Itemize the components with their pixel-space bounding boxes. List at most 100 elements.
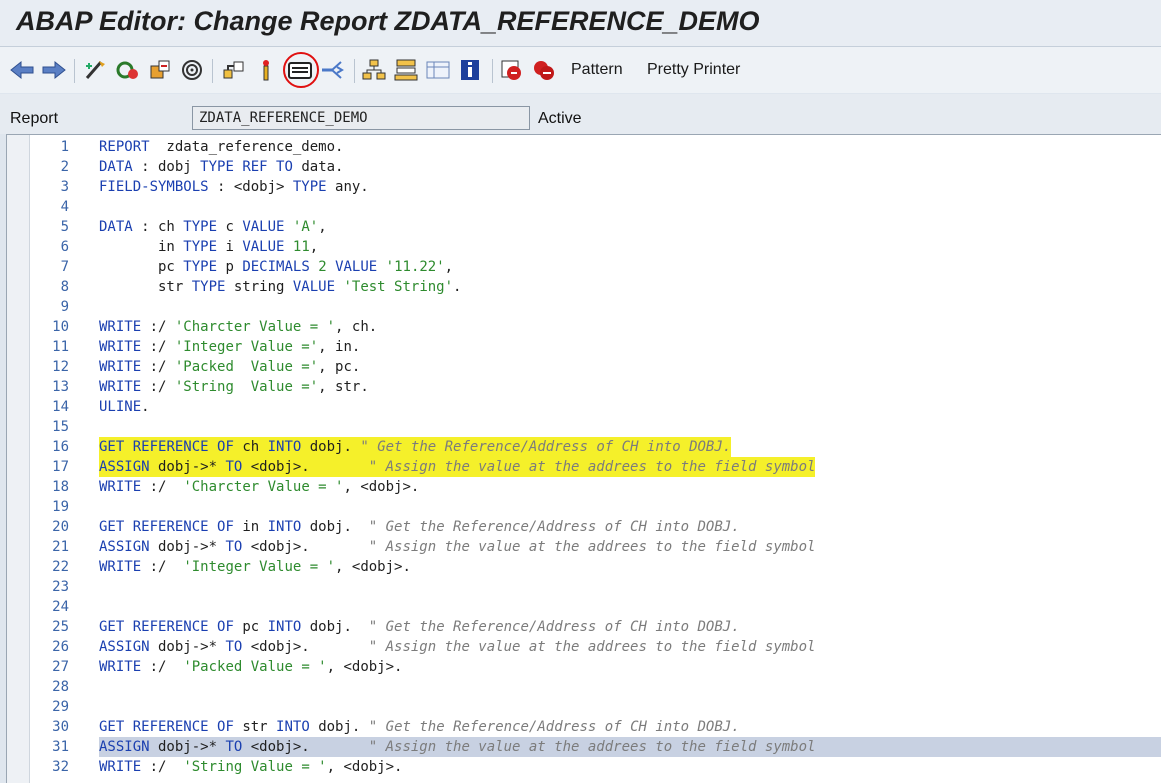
code-text: WRITE :/ 'Integer Value =', in. (99, 339, 361, 355)
breakpoint-session-icon[interactable] (498, 57, 526, 83)
line-number: 27 (52, 659, 69, 675)
highlight-annotation-circle (283, 52, 319, 88)
display-change-icon[interactable] (114, 57, 142, 83)
line-number: 16 (52, 439, 69, 455)
code-editor[interactable]: 1 REPORT zdata_reference_demo. 2 DATA : dob… (6, 134, 1161, 783)
line-number: 25 (52, 619, 69, 635)
code-text: WRITE :/ 'String Value =', str. (99, 379, 369, 395)
insert-statement-icon[interactable] (360, 57, 388, 83)
code-line[interactable]: 21 ASSIGN dobj->* TO <dobj>. " Assign the… (7, 537, 1161, 557)
line-number: 17 (52, 459, 69, 475)
code-line[interactable]: 14 ULINE. (7, 397, 1161, 417)
line-number: 15 (52, 419, 69, 435)
code-line[interactable]: 3 FIELD-SYMBOLS : <dobj> TYPE any. (7, 177, 1161, 197)
line-number: 12 (52, 359, 69, 375)
code-line[interactable]: 5 DATA : ch TYPE c VALUE 'A', (7, 217, 1161, 237)
status-text: Active (538, 110, 582, 127)
code-text: GET REFERENCE OF pc INTO dobj. " Get the… (99, 619, 740, 635)
line-number: 28 (52, 679, 69, 695)
code-line[interactable]: 28 (7, 677, 1161, 697)
code-line[interactable]: 20 GET REFERENCE OF in INTO dobj. " Get t… (7, 517, 1161, 537)
code-text: FIELD-SYMBOLS : <dobj> TYPE any. (99, 179, 369, 195)
activate-icon[interactable] (220, 57, 248, 83)
code-text: ASSIGN dobj->* TO <dobj>. " Assign the v… (99, 457, 816, 477)
line-number: 3 (60, 179, 69, 195)
code-line[interactable]: 6 in TYPE i VALUE 11, (7, 237, 1161, 257)
line-number: 6 (60, 239, 69, 255)
code-text: WRITE :/ 'String Value = ', <dobj>. (99, 759, 403, 775)
code-text: DATA : dobj TYPE REF TO data. (99, 159, 344, 175)
code-line[interactable]: 27 WRITE :/ 'Packed Value = ', <dobj>. (7, 657, 1161, 677)
pattern-button[interactable]: Pattern (571, 61, 623, 79)
code-text: pc TYPE p DECIMALS 2 VALUE '11.22', (99, 259, 454, 275)
line-number: 32 (52, 759, 69, 775)
code-text: str TYPE string VALUE 'Test String'. (99, 279, 462, 295)
code-line[interactable]: 8 str TYPE string VALUE 'Test String'. (7, 277, 1161, 297)
line-number: 1 (60, 139, 69, 155)
line-number: 19 (52, 499, 69, 515)
back-arrow-icon[interactable] (8, 57, 36, 83)
code-text: ASSIGN dobj->* TO <dobj>. " Assign the v… (99, 539, 816, 555)
code-line[interactable]: 11 WRITE :/ 'Integer Value =', in. (7, 337, 1161, 357)
line-number: 29 (52, 699, 69, 715)
title-bar: ABAP Editor: Change Report ZDATA_REFEREN… (0, 0, 1161, 47)
report-name-field[interactable]: ZDATA_REFERENCE_DEMO (192, 106, 530, 130)
line-number: 13 (52, 379, 69, 395)
forward-arrow-icon[interactable] (40, 57, 68, 83)
navigation-window-icon[interactable] (392, 57, 420, 83)
line-number: 24 (52, 599, 69, 615)
code-line[interactable]: 1 REPORT zdata_reference_demo. (7, 137, 1161, 157)
line-number: 2 (60, 159, 69, 175)
code-line[interactable]: 17 ASSIGN dobj->* TO <dobj>. " Assign the… (7, 457, 1161, 477)
object-list-icon[interactable] (424, 57, 452, 83)
code-line[interactable]: 26 ASSIGN dobj->* TO <dobj>. " Assign the… (7, 637, 1161, 657)
code-line[interactable]: 15 (7, 417, 1161, 437)
code-line[interactable]: 9 (7, 297, 1161, 317)
code-line[interactable]: 12 WRITE :/ 'Packed Value =', pc. (7, 357, 1161, 377)
code-text: in TYPE i VALUE 11, (99, 239, 319, 255)
line-number: 9 (60, 299, 69, 315)
code-line[interactable]: 25 GET REFERENCE OF pc INTO dobj. " Get t… (7, 617, 1161, 637)
code-text: WRITE :/ 'Integer Value = ', <dobj>. (99, 559, 411, 575)
line-number: 18 (52, 479, 69, 495)
code-line[interactable]: 10 WRITE :/ 'Charcter Value = ', ch. (7, 317, 1161, 337)
line-number: 22 (52, 559, 69, 575)
code-line[interactable]: 31 ASSIGN dobj->* TO <dobj>. " Assign the… (7, 737, 1161, 757)
pretty-printer-button[interactable]: Pretty Printer (647, 61, 740, 79)
line-number: 7 (60, 259, 69, 275)
code-text: GET REFERENCE OF in INTO dobj. " Get the… (99, 519, 740, 535)
active-inactive-icon[interactable] (146, 57, 174, 83)
code-line[interactable]: 23 (7, 577, 1161, 597)
code-text: DATA : ch TYPE c VALUE 'A', (99, 219, 327, 235)
line-number: 4 (60, 199, 69, 215)
check-icon[interactable] (178, 57, 206, 83)
code-line[interactable]: 16 GET REFERENCE OF ch INTO dobj. " Get t… (7, 437, 1161, 457)
code-text: ULINE. (99, 399, 150, 415)
breakpoint-external-icon[interactable] (530, 57, 558, 83)
other-object-icon[interactable] (82, 57, 110, 83)
code-line[interactable]: 7 pc TYPE p DECIMALS 2 VALUE '11.22', (7, 257, 1161, 277)
code-line[interactable]: 19 (7, 497, 1161, 517)
code-line[interactable]: 4 (7, 197, 1161, 217)
code-text: ASSIGN dobj->* TO <dobj>. " Assign the v… (99, 639, 816, 655)
code-text: WRITE :/ 'Packed Value =', pc. (99, 359, 361, 375)
report-label: Report (10, 110, 59, 127)
code-text: REPORT zdata_reference_demo. (99, 139, 344, 155)
code-text: WRITE :/ 'Packed Value = ', <dobj>. (99, 659, 403, 675)
line-number: 8 (60, 279, 69, 295)
code-line[interactable]: 30 GET REFERENCE OF str INTO dobj. " Get … (7, 717, 1161, 737)
mark-line-icon[interactable] (318, 57, 346, 83)
line-number: 14 (52, 399, 69, 415)
code-line[interactable]: 22 WRITE :/ 'Integer Value = ', <dobj>. (7, 557, 1161, 577)
test-icon[interactable] (252, 57, 280, 83)
code-line[interactable]: 2 DATA : dobj TYPE REF TO data. (7, 157, 1161, 177)
info-icon[interactable] (456, 57, 484, 83)
line-number: 11 (52, 339, 69, 355)
code-line[interactable]: 18 WRITE :/ 'Charcter Value = ', <dobj>. (7, 477, 1161, 497)
code-line[interactable]: 13 WRITE :/ 'String Value =', str. (7, 377, 1161, 397)
code-line[interactable]: 32 WRITE :/ 'String Value = ', <dobj>. (7, 757, 1161, 777)
code-text: ASSIGN dobj->* TO <dobj>. " Assign the v… (99, 739, 816, 755)
code-line[interactable]: 29 (7, 697, 1161, 717)
line-number: 21 (52, 539, 69, 555)
code-line[interactable]: 24 (7, 597, 1161, 617)
